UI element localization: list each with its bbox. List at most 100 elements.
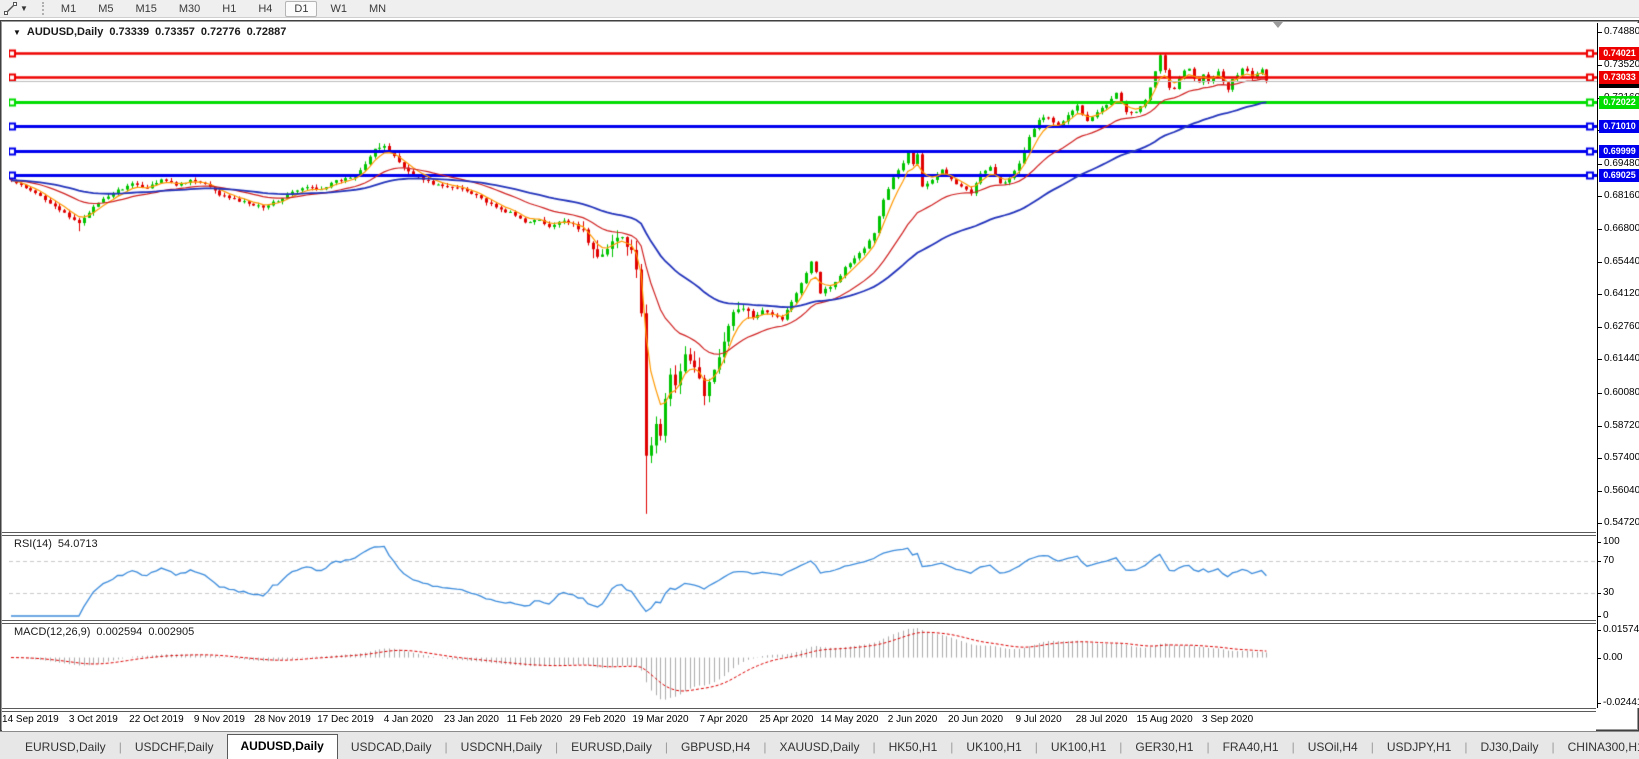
chart-tab-gbpusd-h4[interactable]: GBPUSD,H4	[668, 737, 763, 759]
price-axis-tick: 0.74880	[1597, 26, 1639, 37]
rsi-indicator-label: RSI(14) 54.0713	[14, 538, 98, 550]
macd-name: MACD(12,26,9)	[14, 626, 91, 638]
ohlc-open: 0.73339	[109, 26, 150, 38]
macd-indicator-label: MACD(12,26,9) 0.002594 0.002905	[14, 626, 194, 638]
price-axis-tick: 0.73520	[1597, 59, 1639, 71]
ohlc-close: 0.72887	[246, 26, 287, 38]
macd-axis-label: 0.00	[1597, 651, 1623, 663]
chart-tab-china300-h1[interactable]: CHINA300,H1	[1555, 737, 1639, 759]
top-toolbar: ▼ M1 M5 M15 M30 H1 H4 D1 W1 MN	[0, 0, 1639, 18]
chart-title: ▼ AUDUSD,Daily 0.73339 0.73357 0.72776 0…	[13, 26, 286, 38]
hline-price-tag: 0.69999	[1599, 144, 1639, 158]
date-axis-label: 11 Feb 2020	[506, 714, 563, 725]
timeframe-button-W1[interactable]: W1	[321, 1, 356, 17]
timeframe-button-M5[interactable]: M5	[89, 1, 122, 17]
ohlc-high: 0.73357	[155, 26, 195, 38]
price-axis-tick: 0.58720	[1597, 419, 1639, 431]
macd-axis-label: 0.015741	[1598, 624, 1639, 635]
chart-menu-icon[interactable]: ▼	[13, 28, 21, 37]
chart-tab-bar: EURUSD,Daily | USDCHF,Daily AUDUSD,Daily USD…	[0, 731, 1639, 759]
price-axis-tick: 0.62760	[1597, 321, 1639, 333]
timeframe-button-H1[interactable]: H1	[213, 1, 245, 17]
chart-tab-usdcad-daily[interactable]: USDCAD,Daily	[338, 737, 445, 759]
hline-price-tag: 0.69025	[1599, 168, 1639, 182]
date-axis-label: 7 Apr 2020	[699, 714, 748, 725]
toolbar-grip	[41, 2, 44, 15]
dropdown-caret-icon: ▼	[20, 4, 28, 13]
chart-tab-eurusd-daily[interactable]: EURUSD,Daily	[12, 737, 119, 759]
timeframe-button-M15[interactable]: M15	[126, 1, 165, 17]
pane-splitter-rsi[interactable]	[2, 532, 1596, 536]
chart-tab-audusd-daily[interactable]: AUDUSD,Daily	[226, 734, 338, 759]
date-axis-label: 25 Apr 2020	[759, 714, 814, 725]
price-axis-tick: 0.57400	[1597, 451, 1639, 463]
pane-splitter-macd[interactable]	[2, 620, 1596, 624]
timeframe-button-M1[interactable]: M1	[52, 1, 85, 17]
line-studies-button[interactable]: ▼	[0, 1, 32, 17]
price-axis-tick: 0.65440	[1597, 255, 1639, 267]
date-axis-label: 9 Jul 2020	[1015, 714, 1062, 725]
chart-tab-usoil-h4[interactable]: USOil,H4	[1295, 737, 1371, 759]
date-axis-label: 14 Sep 2019	[2, 714, 59, 725]
pane-splitter-bottom	[2, 708, 1596, 712]
rsi-axis-label: 30	[1597, 586, 1615, 598]
date-axis-label: 23 Jan 2020	[443, 714, 499, 725]
chart-tab-eurusd-daily[interactable]: EURUSD,Daily	[558, 737, 665, 759]
timeframe-button-H4[interactable]: H4	[249, 1, 281, 17]
price-axis[interactable]: 0.748800.735200.721600.708400.694800.681…	[1597, 23, 1639, 708]
chart-window: ▼ AUDUSD,Daily 0.73339 0.73357 0.72776 0…	[0, 20, 1639, 731]
date-axis-label: 14 May 2020	[820, 714, 879, 725]
price-axis-tick: 0.66800	[1597, 222, 1639, 234]
rsi-name: RSI(14)	[14, 538, 52, 550]
rsi-axis-label: 100	[1598, 536, 1620, 547]
date-axis-label: 19 Mar 2020	[632, 714, 689, 725]
chart-tab-xauusd-daily[interactable]: XAUUSD,Daily	[766, 737, 872, 759]
chart-shift-marker[interactable]	[1273, 22, 1284, 28]
hline-price-tag: 0.71010	[1599, 120, 1639, 134]
chart-tab-hk50-h1[interactable]: HK50,H1	[876, 737, 951, 759]
date-axis-label: 15 Aug 2020	[1136, 714, 1193, 725]
rsi-axis-label: 0	[1598, 610, 1609, 621]
date-axis-label: 2 Jun 2020	[887, 714, 938, 725]
date-axis-label: 9 Nov 2019	[193, 714, 245, 725]
time-axis[interactable]: 14 Sep 2019 3 Oct 2019 22 Oct 2019 9 Nov 20…	[2, 710, 1596, 731]
price-axis-tick: 0.64120	[1597, 288, 1639, 300]
price-axis-tick: 0.60080	[1597, 386, 1639, 398]
date-axis-label: 22 Oct 2019	[129, 714, 184, 725]
chart-tab-usdcnh-daily[interactable]: USDCNH,Daily	[448, 737, 555, 759]
rsi-value: 54.0713	[57, 538, 98, 550]
chart-tab-dj30-daily[interactable]: DJ30,Daily	[1467, 737, 1551, 759]
line-studies-icon	[4, 2, 17, 15]
date-axis-label: 29 Feb 2020	[569, 714, 626, 725]
chart-tab-uk100-h1[interactable]: UK100,H1	[953, 737, 1034, 759]
timeframe-button-MN[interactable]: MN	[360, 1, 395, 17]
price-chart-canvas[interactable]	[9, 23, 1597, 532]
rsi-axis-label: 70	[1597, 555, 1615, 567]
macd-value-signal: 0.002905	[148, 626, 195, 638]
hline-price-tag: 0.72022	[1599, 95, 1639, 109]
date-axis-label: 3 Oct 2019	[68, 714, 118, 725]
chart-tab-ger30-h1[interactable]: GER30,H1	[1122, 737, 1206, 759]
hline-price-tag: 0.74021	[1599, 46, 1639, 60]
chart-tab-uk100-h1[interactable]: UK100,H1	[1038, 737, 1119, 759]
price-axis-tick: 0.68160	[1597, 189, 1639, 201]
price-axis-tick: 0.61440	[1597, 353, 1639, 365]
price-axis-tick: 0.69480	[1597, 157, 1639, 169]
price-axis-tick: 0.54720	[1597, 517, 1639, 529]
chart-tab-usdchf-daily[interactable]: USDCHF,Daily	[122, 737, 227, 759]
hline-price-tag: 0.73033	[1599, 70, 1639, 84]
macd-axis-label: -0.024412	[1597, 697, 1639, 708]
chart-tab-fra40-h1[interactable]: FRA40,H1	[1210, 737, 1292, 759]
timeframe-button-M30[interactable]: M30	[170, 1, 209, 17]
ohlc-low: 0.72776	[200, 26, 241, 38]
chart-tab-usdjpy-h1[interactable]: USDJPY,H1	[1374, 737, 1464, 759]
date-axis-label: 17 Dec 2019	[317, 714, 374, 725]
date-axis-label: 28 Nov 2019	[254, 714, 311, 725]
date-axis-label: 28 Jul 2020	[1075, 714, 1128, 725]
macd-chart-canvas[interactable]	[9, 624, 1597, 708]
date-axis-label: 20 Jun 2020	[948, 714, 1004, 725]
rsi-chart-canvas[interactable]	[9, 536, 1597, 620]
timeframe-button-D1[interactable]: D1	[285, 0, 318, 17]
macd-value-main: 0.002594	[96, 626, 143, 638]
chart-symbol-period: AUDUSD,Daily	[26, 26, 104, 38]
